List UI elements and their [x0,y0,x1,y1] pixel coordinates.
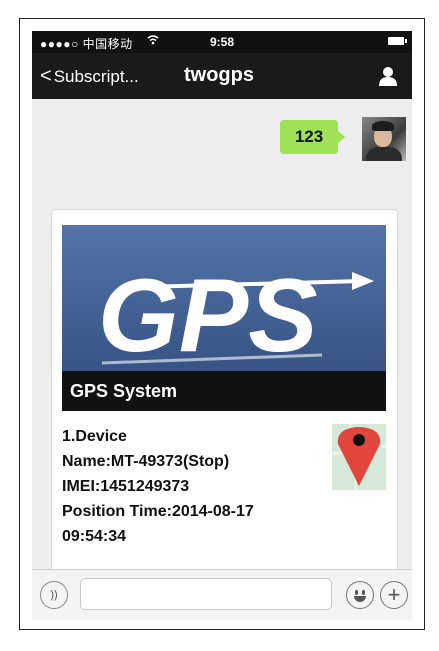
emoji-button[interactable] [346,581,374,609]
status-time: 9:58 [209,35,235,49]
battery-icon [388,37,407,45]
position-time: Position Time:2014-08-17 [62,503,254,520]
map-thumbnail[interactable] [331,423,387,491]
page-title: twogps [184,64,254,86]
chat-area[interactable]: 123 GPS GPS System 1.Device Name:MT-4937… [32,99,412,569]
avatar[interactable] [362,117,406,161]
profile-button[interactable] [378,66,398,86]
person-icon [379,67,397,86]
position-time-clock: 09:54:34 [62,528,127,545]
sent-message-bubble[interactable]: 123 [280,120,345,154]
device-name: Name:MT-49373(Stop) [62,453,230,470]
chevron-left-icon: < [40,65,52,87]
map-pin-icon [331,423,387,491]
voice-button[interactable]: )) [40,581,68,609]
plus-button[interactable]: + [380,581,408,609]
voice-icon: )) [50,589,58,601]
card-banner-image[interactable]: GPS GPS System [62,225,386,411]
phone-screen: ●●●●○ 中国移动 9:58 < Subscript... twogps 123 [19,18,425,630]
device-imei: IMEI:1451249373 [62,478,190,495]
plus-icon: + [387,582,401,607]
back-button[interactable]: < Subscript... [40,65,139,88]
status-bar: ●●●●○ 中国移动 9:58 [32,31,412,53]
card-description: 1.Device Name:MT-49373(Stop) IMEI:145124… [62,424,322,549]
card-title: GPS System [62,371,386,411]
message-input[interactable] [80,578,332,610]
nav-bar: < Subscript... twogps [32,53,412,99]
back-label: Subscript... [53,67,139,86]
input-bar: )) + [32,569,412,620]
news-card[interactable]: GPS GPS System 1.Device Name:MT-49373(St… [51,209,398,569]
device-index: 1.Device [62,428,127,445]
